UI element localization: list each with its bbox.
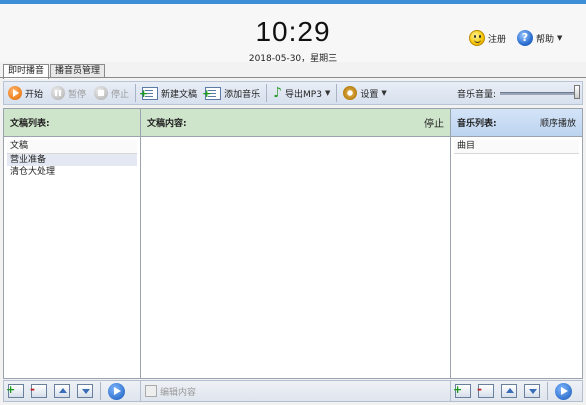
- list-item[interactable]: 清仓大处理: [7, 166, 137, 178]
- settings-button[interactable]: 设置 ▼: [339, 83, 390, 103]
- footer-separator: [100, 382, 101, 400]
- document-list-footer: [3, 380, 141, 402]
- export-mp3-label: 导出MP3: [285, 89, 322, 100]
- move-down-icon[interactable]: [77, 384, 93, 398]
- add-music-button[interactable]: 添加音乐: [201, 83, 264, 103]
- document-list-header: 文稿列表:: [4, 109, 140, 137]
- footer-separator: [547, 382, 548, 400]
- document-list-title: 文稿列表:: [10, 119, 50, 129]
- tab-bar: 即时播音 播音员管理: [3, 64, 106, 79]
- tab-announcer-management[interactable]: 播音员管理: [50, 64, 106, 78]
- music-list-title: 音乐列表:: [457, 119, 497, 129]
- smiley-icon: [469, 30, 485, 46]
- toolbar-separator: [336, 84, 338, 102]
- stop-button[interactable]: 停止: [90, 83, 133, 103]
- document-list-panel: 文稿列表: 文稿 营业准备 清仓大处理: [3, 108, 141, 379]
- document-content-footer: 编辑内容: [140, 380, 451, 402]
- add-music-icon[interactable]: [453, 383, 471, 398]
- pause-label: 暂停: [68, 89, 87, 100]
- volume-control: 音乐音量:: [456, 84, 582, 100]
- edit-content-label: 编辑内容: [160, 387, 197, 398]
- gear-icon: [343, 86, 358, 100]
- document-content-panel: 文稿内容: 停止: [140, 108, 451, 379]
- help-button[interactable]: ? 帮助 ▼: [517, 30, 562, 46]
- music-list-footer: [450, 380, 583, 402]
- stop-label: 停止: [111, 89, 130, 100]
- music-list-header: 音乐列表: 顺序播放: [451, 109, 582, 137]
- chevron-down-icon: ▼: [557, 34, 563, 42]
- delete-music-icon[interactable]: [477, 382, 494, 398]
- toolbar-separator: [266, 84, 268, 102]
- music-note-icon: ♪: [273, 85, 283, 101]
- header: 10:29 2018-05-30，星期三 注册 ? 帮助 ▼: [0, 4, 586, 64]
- start-button[interactable]: 开始: [4, 83, 47, 103]
- play-music-icon[interactable]: [555, 382, 572, 400]
- add-music-label: 添加音乐: [224, 89, 261, 100]
- document-content-title: 文稿内容:: [147, 119, 187, 129]
- chevron-down-icon: ▼: [381, 89, 387, 97]
- music-list-panel: 音乐列表: 顺序播放 曲目: [450, 108, 583, 379]
- edit-content-button[interactable]: 编辑内容: [145, 385, 196, 398]
- chevron-down-icon: ▼: [324, 89, 331, 97]
- delete-document-icon[interactable]: [30, 382, 47, 398]
- pause-icon: [51, 86, 66, 100]
- toolbar-separator: [135, 84, 137, 102]
- stop-icon: [94, 86, 109, 100]
- toolbar: 开始 暂停 停止 新建文稿 添加音乐 ♪ 导出MP3 ▼ 设置 ▼ 音乐音量:: [3, 81, 583, 105]
- move-up-icon[interactable]: [54, 384, 70, 398]
- play-icon: [8, 86, 22, 100]
- document-column-header: 文稿: [7, 140, 137, 154]
- track-column-header: 曲目: [454, 140, 579, 154]
- export-mp3-button[interactable]: ♪ 导出MP3 ▼: [269, 83, 334, 103]
- settings-label: 设置: [360, 89, 379, 100]
- help-icon: ?: [517, 30, 533, 46]
- clock-date: 2018-05-30，星期三: [248, 54, 338, 64]
- play-mode[interactable]: 顺序播放: [540, 116, 576, 129]
- tab-divider: [0, 77, 586, 78]
- move-down-icon[interactable]: [524, 384, 540, 398]
- document-content-header: 文稿内容: 停止: [141, 109, 450, 137]
- volume-slider[interactable]: [500, 84, 580, 99]
- register-button[interactable]: 注册: [469, 30, 506, 46]
- playback-status: 停止: [424, 119, 444, 130]
- volume-slider-thumb[interactable]: [574, 84, 580, 99]
- play-document-icon[interactable]: [108, 382, 125, 400]
- edit-icon: [145, 385, 157, 397]
- volume-label: 音乐音量:: [456, 89, 496, 100]
- new-document-label: 新建文稿: [161, 89, 198, 100]
- new-document-icon: [139, 86, 159, 100]
- help-label: 帮助: [536, 34, 555, 45]
- pause-button[interactable]: 暂停: [47, 83, 90, 103]
- add-document-icon[interactable]: [6, 383, 24, 398]
- new-document-button[interactable]: 新建文稿: [138, 83, 201, 103]
- move-up-icon[interactable]: [501, 384, 517, 398]
- register-label: 注册: [488, 34, 507, 45]
- list-item[interactable]: 营业准备: [7, 154, 137, 166]
- add-music-icon: [202, 86, 222, 100]
- start-label: 开始: [25, 89, 44, 100]
